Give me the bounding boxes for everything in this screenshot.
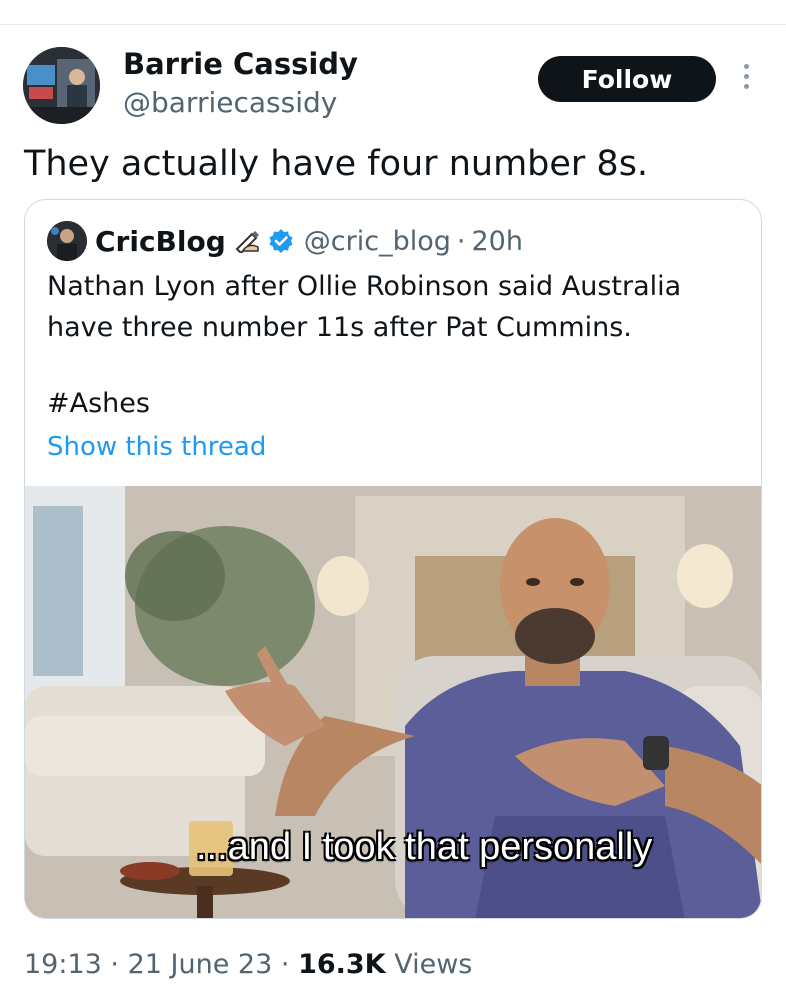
more-options-icon[interactable] bbox=[738, 64, 754, 94]
media-caption: ...and I took that personally bbox=[196, 826, 653, 868]
verified-badge-icon bbox=[269, 229, 293, 253]
meta-separator: · bbox=[110, 949, 119, 980]
views-label: Views bbox=[394, 949, 473, 980]
quoted-timestamp[interactable]: 20h bbox=[471, 226, 522, 257]
author-name[interactable]: Barrie Cassidy bbox=[123, 47, 358, 81]
author-avatar[interactable] bbox=[23, 47, 100, 124]
quoted-author-avatar[interactable] bbox=[47, 221, 87, 261]
quoted-text: Nathan Lyon after Ollie Robinson said Au… bbox=[47, 271, 682, 343]
quoted-hashtag[interactable]: #Ashes bbox=[47, 388, 150, 419]
quoted-author-name[interactable]: CricBlog bbox=[95, 225, 226, 258]
post-time[interactable]: 19:13 bbox=[24, 949, 102, 980]
post-date[interactable]: 21 June 23 bbox=[128, 949, 273, 980]
top-divider bbox=[0, 24, 786, 25]
follow-button[interactable]: Follow bbox=[538, 56, 716, 102]
show-thread-link[interactable]: Show this thread bbox=[47, 432, 266, 462]
meta-separator: · bbox=[280, 949, 290, 980]
quoted-author-handle[interactable]: @cric_blog bbox=[304, 226, 451, 257]
writing-hand-icon bbox=[235, 231, 259, 253]
quoted-tweet-card[interactable]: CricBlog @cric_blog · 20h Nathan Lyon af… bbox=[24, 199, 762, 919]
tweet-meta: 19:13 · 21 June 23 · 16.3K Views bbox=[24, 949, 472, 980]
tweet-text: They actually have four number 8s. bbox=[24, 144, 649, 184]
views-count: 16.3K bbox=[298, 949, 386, 980]
author-handle[interactable]: @barriecassidy bbox=[123, 86, 337, 119]
quoted-media-image[interactable]: ...and I took that personally bbox=[25, 486, 761, 918]
quoted-separator: · bbox=[456, 225, 466, 257]
quoted-header: CricBlog @cric_blog · 20h bbox=[95, 222, 523, 260]
